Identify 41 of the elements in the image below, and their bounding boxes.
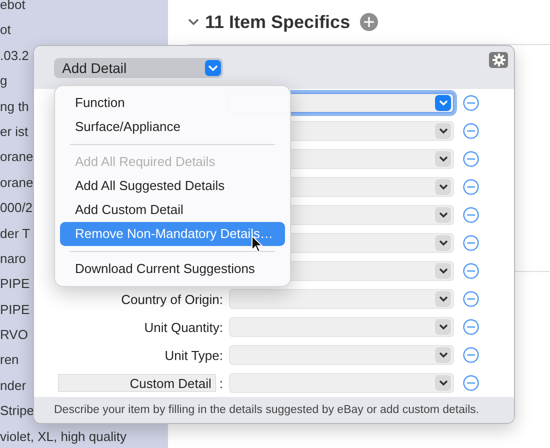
chevron-icon [435,263,451,279]
add-detail-dropdown[interactable]: Add Detail [54,58,223,78]
remove-icon[interactable] [463,151,479,167]
chevron-icon [435,347,451,363]
chevron-icon [205,60,221,76]
field-label: Country of Origin: [121,292,223,306]
colon-text: : [219,376,223,390]
remove-icon[interactable] [463,95,479,111]
menu-item[interactable]: Function [60,91,285,115]
label-field[interactable]: Custom Detail [58,374,216,392]
field-label: Unit Quantity: [144,320,223,334]
remove-icon[interactable] [463,375,479,391]
settings-icon[interactable] [489,52,508,68]
menu-item[interactable]: Add Custom Detail [60,198,285,222]
chevron-icon [435,95,451,111]
chevron-icon[interactable] [188,18,199,26]
list-item[interactable]: ot [0,19,168,45]
footer-text: Describe your item by filling in the details suggested by eBay or add custom details. [34,397,514,423]
remove-icon[interactable] [463,179,479,195]
chevron-icon [435,375,451,391]
add-icon[interactable] [360,13,378,31]
remove-icon[interactable] [463,347,479,363]
menu-item[interactable]: Download Current Suggestions [60,257,285,281]
remove-icon[interactable] [463,319,479,335]
remove-icon[interactable] [463,235,479,251]
chevron-icon [435,179,451,195]
list-item[interactable]: violet, XL, high quality [0,426,168,448]
chevron-icon [435,151,451,167]
remove-icon[interactable] [463,263,479,279]
chevron-icon [435,123,451,139]
remove-icon[interactable] [463,291,479,307]
chevron-icon [435,235,451,251]
field-label: Unit Type: [164,348,223,362]
chevron-icon [435,291,451,307]
remove-icon[interactable] [463,123,479,139]
chevron-icon [435,207,451,223]
menu-item[interactable]: Surface/Appliance [60,115,285,139]
section-title: 11 Item Specifics [205,12,350,32]
menu-item[interactable]: Add All Suggested Details [60,174,285,198]
remove-icon[interactable] [463,207,479,223]
chevron-icon [435,319,451,335]
